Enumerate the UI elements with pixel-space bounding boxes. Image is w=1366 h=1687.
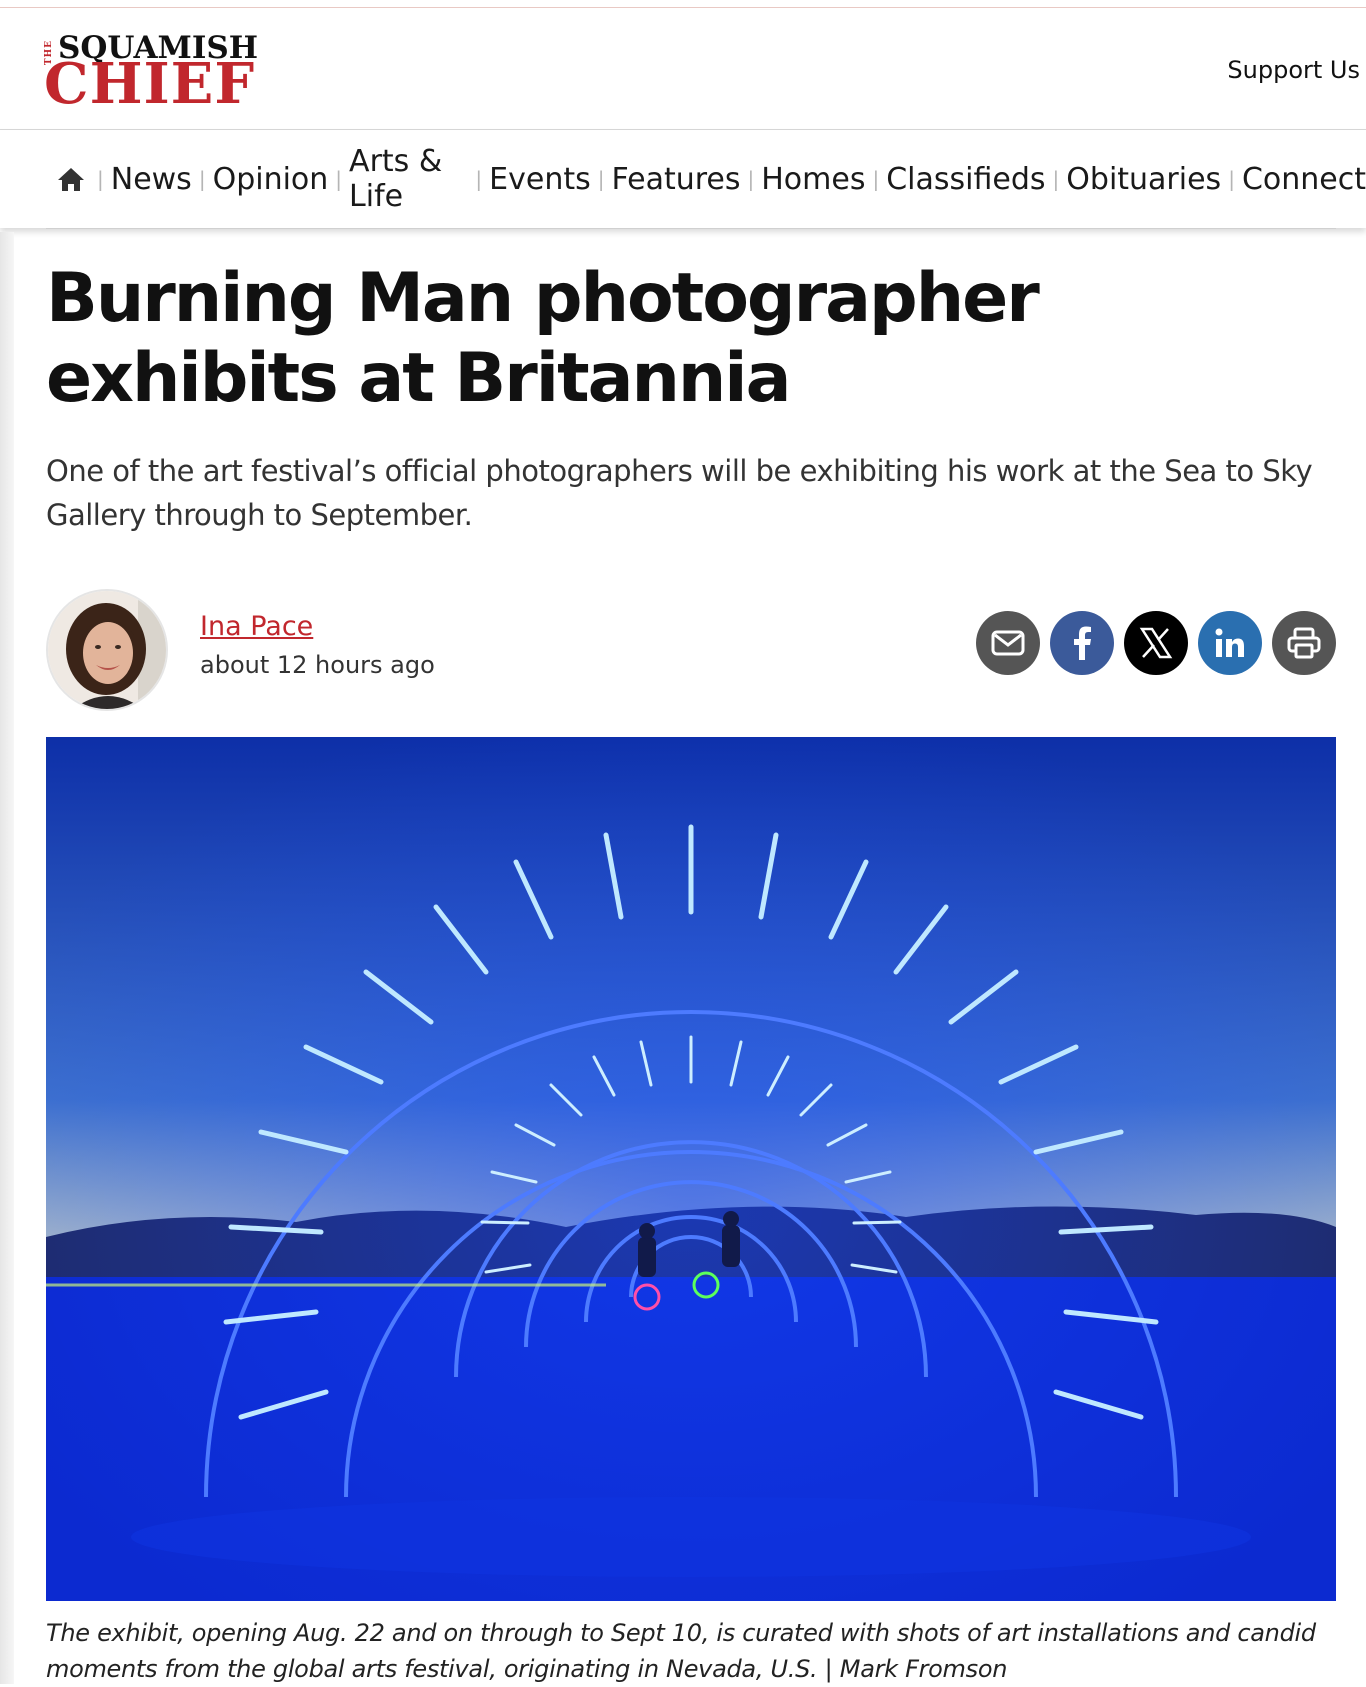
share-facebook-button[interactable] — [1050, 611, 1114, 675]
nav-item-news[interactable]: News — [111, 162, 192, 197]
top-accent-rule — [0, 0, 1366, 8]
share-linkedin-button[interactable] — [1198, 611, 1262, 675]
main-nav: | News | Opinion | Arts & Life | Events … — [0, 130, 1366, 228]
nav-separator: | — [475, 167, 483, 191]
nav-separator: | — [1052, 167, 1060, 191]
nav-item-events[interactable]: Events — [489, 162, 591, 197]
article-hero-photo[interactable] — [46, 737, 1336, 1601]
share-buttons — [976, 611, 1336, 675]
print-button[interactable] — [1272, 611, 1336, 675]
photo-caption: The exhibit, opening Aug. 22 and on thro… — [46, 1619, 1316, 1683]
share-email-button[interactable] — [976, 611, 1040, 675]
x-icon — [1139, 627, 1173, 659]
nav-item-obituaries[interactable]: Obituaries — [1066, 162, 1221, 197]
share-x-button[interactable] — [1124, 611, 1188, 675]
nav-separator: | — [97, 167, 104, 191]
nav-separator: | — [1228, 167, 1235, 191]
nav-item-arts-life[interactable]: Arts & Life — [349, 144, 468, 214]
nav-separator: | — [597, 167, 605, 191]
logo-chief: CHIEF — [44, 51, 256, 117]
email-icon — [991, 630, 1025, 656]
nav-item-opinion[interactable]: Opinion — [213, 162, 329, 197]
article-subhead: One of the art festival’s official photo… — [46, 454, 1313, 532]
author-portrait-image — [48, 591, 166, 709]
linkedin-icon — [1215, 628, 1244, 657]
masthead: THE SQUAMISH CHIEF Support Us — [0, 8, 1366, 130]
author-avatar[interactable] — [46, 589, 168, 711]
author-link[interactable]: Ina Pace — [200, 611, 313, 642]
support-us-link[interactable]: Support Us — [1227, 56, 1360, 84]
nav-item-classifieds[interactable]: Classifieds — [886, 162, 1045, 197]
nav-item-features[interactable]: Features — [612, 162, 741, 197]
page-left-border — [0, 232, 14, 1684]
nav-separator: | — [872, 167, 880, 191]
nav-separator: | — [747, 167, 755, 191]
nav-home[interactable] — [56, 165, 90, 193]
article: Burning Man photographer exhibits at Bri… — [46, 228, 1336, 1687]
content-divider — [46, 228, 1336, 229]
print-icon — [1287, 627, 1321, 659]
nav-item-homes[interactable]: Homes — [761, 162, 865, 197]
nav-separator: | — [198, 167, 206, 191]
home-icon — [58, 168, 84, 191]
nav-separator: | — [335, 167, 343, 191]
publish-time: about 12 hours ago — [200, 651, 435, 679]
nav-item-connect[interactable]: Connect — [1242, 162, 1366, 197]
site-logo[interactable]: THE SQUAMISH CHIEF — [44, 28, 258, 120]
byline: Ina Pace about 12 hours ago — [46, 589, 1336, 721]
facebook-icon — [1074, 626, 1091, 660]
article-title: Burning Man photographer exhibits at Bri… — [46, 259, 1040, 418]
